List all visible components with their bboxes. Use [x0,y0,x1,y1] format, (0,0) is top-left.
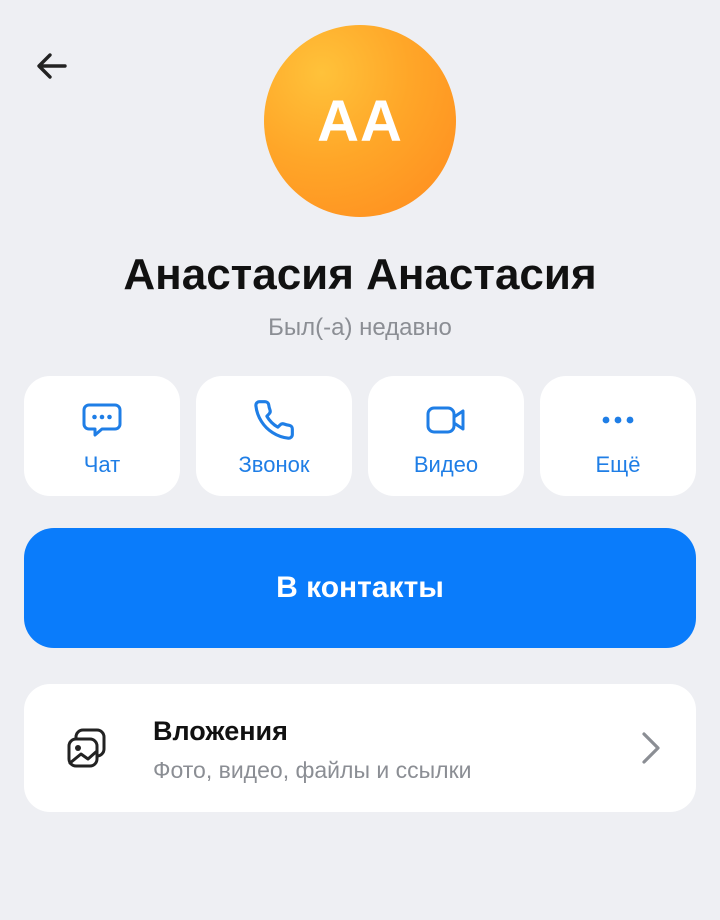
chat-button-label: Чат [83,452,121,477]
add-to-contacts-button[interactable]: В контакты [24,528,696,648]
chat-button[interactable]: Чат [24,376,180,496]
contact-name: Анастасия Анастасия [123,250,597,299]
attachments-subtitle: Фото, видео, файлы и ссылки [153,757,472,783]
video-icon [426,406,465,434]
chat-icon [82,403,122,437]
action-buttons: Чат Звонок Видео Ещё [24,376,696,496]
more-button[interactable]: Ещё [540,376,696,496]
more-button-label: Ещё [595,452,641,477]
chevron-right-icon [642,732,660,764]
attachments-row[interactable]: Вложения Фото, видео, файлы и ссылки [24,684,696,812]
call-button-label: Звонок [238,452,310,477]
avatar-initials: АА [317,88,403,154]
phone-icon [254,400,294,440]
more-icon [602,416,634,424]
gallery-icon [67,728,106,768]
video-button[interactable]: Видео [368,376,524,496]
back-button[interactable] [28,42,76,90]
last-seen-status: Был(-а) недавно [268,314,452,341]
avatar[interactable]: АА [264,25,456,217]
arrow-left-icon [37,53,67,79]
video-button-label: Видео [413,452,479,477]
add-to-contacts-label: В контакты [276,571,444,604]
attachments-title: Вложения [153,716,288,746]
call-button[interactable]: Звонок [196,376,352,496]
